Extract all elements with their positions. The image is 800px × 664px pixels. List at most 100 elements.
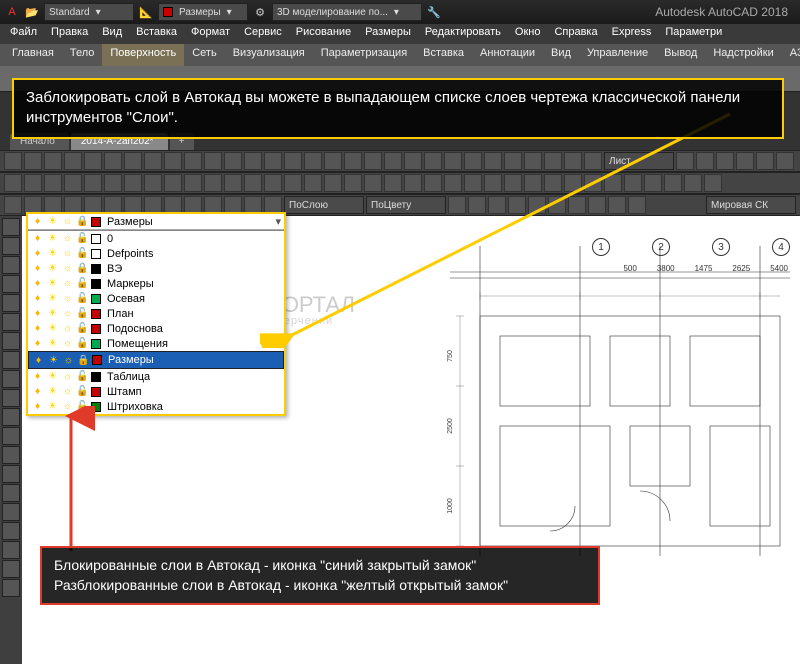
toolbar-button[interactable] [204, 152, 222, 170]
ribbon-tab-вид[interactable]: Вид [543, 44, 579, 66]
lightbulb-icon[interactable]: ♦ [31, 292, 44, 305]
lock-open-icon[interactable]: 🔓 [76, 385, 89, 398]
menu-express[interactable]: Express [606, 24, 658, 44]
sun-icon[interactable]: ☀ [46, 370, 59, 383]
freeze-icon[interactable]: ☼ [61, 215, 74, 228]
freeze-icon[interactable]: ☼ [61, 292, 74, 305]
freeze-icon[interactable]: ☼ [61, 370, 74, 383]
layer-color-swatch[interactable] [91, 217, 101, 227]
layer-dropdown[interactable]: ♦☀☼🔒Размеры▾ ♦☀☼🔓0♦☀☼🔓Defpoints♦☀☼🔒ВЭ♦☀☼… [26, 212, 286, 416]
lock-open-icon[interactable]: 🔓 [76, 322, 89, 335]
menu-справка[interactable]: Справка [548, 24, 603, 44]
sun-icon[interactable]: ☀ [46, 232, 59, 245]
lock-open-icon[interactable]: 🔓 [76, 277, 89, 290]
settings-icon[interactable]: 🔧 [426, 4, 442, 20]
ribbon-tab-вывод[interactable]: Вывод [656, 44, 705, 66]
lightbulb-icon[interactable]: ♦ [31, 215, 44, 228]
lightbulb-icon[interactable]: ♦ [31, 307, 44, 320]
ribbon-tab-a360[interactable]: A360 [782, 44, 800, 66]
toolbar-button[interactable] [124, 152, 142, 170]
toolbar-button[interactable] [104, 174, 122, 192]
lightbulb-icon[interactable]: ♦ [31, 385, 44, 398]
lightbulb-icon[interactable]: ♦ [32, 354, 45, 367]
ribbon-tab-вставка[interactable]: Вставка [415, 44, 472, 66]
layer-color-swatch[interactable] [91, 339, 101, 349]
toolbar-button[interactable] [44, 174, 62, 192]
sun-icon[interactable]: ☀ [46, 292, 59, 305]
draw-tool-button[interactable] [2, 256, 20, 274]
sun-icon[interactable]: ☀ [46, 215, 59, 228]
sun-icon[interactable]: ☀ [46, 262, 59, 275]
draw-tool-button[interactable] [2, 484, 20, 502]
lightbulb-icon[interactable]: ♦ [31, 277, 44, 290]
freeze-icon[interactable]: ☼ [61, 307, 74, 320]
menu-редактировать[interactable]: Редактировать [419, 24, 507, 44]
toolbar-button[interactable] [24, 174, 42, 192]
layer-color-swatch[interactable] [91, 264, 101, 274]
ribbon-tab-управление[interactable]: Управление [579, 44, 656, 66]
layer-color-swatch[interactable] [91, 279, 101, 289]
style-dropdown[interactable]: Standard▾ [44, 3, 134, 21]
layer-color-swatch[interactable] [91, 372, 101, 382]
toolbar-button[interactable] [164, 152, 182, 170]
toolbar-button[interactable] [224, 152, 242, 170]
draw-tool-button[interactable] [2, 408, 20, 426]
toolbar-button[interactable] [4, 174, 22, 192]
lightbulb-icon[interactable]: ♦ [31, 400, 44, 413]
layer-color-swatch[interactable] [91, 234, 101, 244]
layer-quick-dropdown[interactable]: Размеры▾ [158, 3, 248, 21]
draw-tool-button[interactable] [2, 351, 20, 369]
toolbar-button[interactable] [184, 174, 202, 192]
draw-tool-button[interactable] [2, 313, 20, 331]
menu-окно[interactable]: Окно [509, 24, 547, 44]
layer-row[interactable]: ♦☀☼🔓Маркеры [28, 276, 284, 291]
layer-row[interactable]: ♦☀☼🔓План [28, 306, 284, 321]
draw-tool-button[interactable] [2, 370, 20, 388]
layer-row[interactable]: ♦☀☼🔒Размеры [28, 351, 284, 369]
toolbar-button[interactable] [84, 152, 102, 170]
draw-tool-button[interactable] [2, 522, 20, 540]
lock-closed-icon[interactable]: 🔒 [76, 215, 89, 228]
layer-color-swatch[interactable] [92, 355, 102, 365]
lock-open-icon[interactable]: 🔓 [76, 292, 89, 305]
ribbon-tab-главная[interactable]: Главная [4, 44, 62, 66]
freeze-icon[interactable]: ☼ [61, 262, 74, 275]
toolbar-button[interactable] [224, 174, 242, 192]
draw-tool-button[interactable] [2, 332, 20, 350]
ribbon-tab-сеть[interactable]: Сеть [184, 44, 224, 66]
toolbar-button[interactable] [4, 196, 22, 214]
lightbulb-icon[interactable]: ♦ [31, 262, 44, 275]
layer-row[interactable]: ♦☀☼🔓Defpoints [28, 246, 284, 261]
lightbulb-icon[interactable]: ♦ [31, 337, 44, 350]
toolbar-button[interactable] [204, 174, 222, 192]
lock-open-icon[interactable]: 🔓 [76, 337, 89, 350]
lightbulb-icon[interactable]: ♦ [31, 370, 44, 383]
layer-color-swatch[interactable] [91, 309, 101, 319]
ribbon-tab-параметризация[interactable]: Параметризация [313, 44, 415, 66]
toolbar-button[interactable] [4, 152, 22, 170]
lock-closed-icon[interactable]: 🔒 [77, 354, 90, 367]
layer-row[interactable]: ♦☀☼🔓Штамп [28, 384, 284, 399]
draw-tool-button[interactable] [2, 560, 20, 578]
sun-icon[interactable]: ☀ [46, 247, 59, 260]
freeze-icon[interactable]: ☼ [61, 385, 74, 398]
layer-row[interactable]: ♦☀☼🔓Таблица [28, 369, 284, 384]
menu-файл[interactable]: Файл [4, 24, 43, 44]
draw-tool-button[interactable] [2, 427, 20, 445]
toolbar-button[interactable] [84, 174, 102, 192]
lightbulb-icon[interactable]: ♦ [31, 247, 44, 260]
toolbar-button[interactable] [144, 152, 162, 170]
draw-tool-button[interactable] [2, 389, 20, 407]
ribbon-tab-надстройки[interactable]: Надстройки [705, 44, 781, 66]
freeze-icon[interactable]: ☼ [61, 277, 74, 290]
sun-icon[interactable]: ☀ [46, 307, 59, 320]
ribbon-tab-аннотации[interactable]: Аннотации [472, 44, 543, 66]
menu-размеры[interactable]: Размеры [359, 24, 417, 44]
layer-color-swatch[interactable] [91, 324, 101, 334]
toolbar-button[interactable] [184, 152, 202, 170]
toolbar-button[interactable] [104, 152, 122, 170]
layer-row[interactable]: ♦☀☼🔒ВЭ [28, 261, 284, 276]
sun-icon[interactable]: ☀ [46, 385, 59, 398]
ribbon-tab-поверхность[interactable]: Поверхность [102, 44, 184, 66]
menu-правка[interactable]: Правка [45, 24, 94, 44]
